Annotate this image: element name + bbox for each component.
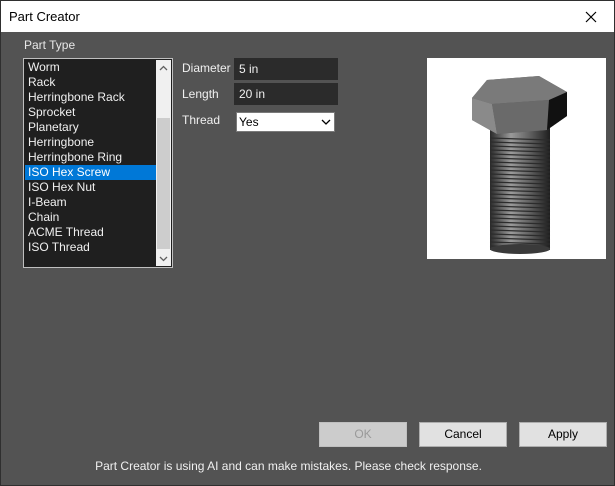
part-preview — [427, 58, 606, 259]
list-item[interactable]: I-Beam — [25, 195, 156, 210]
part-type-listbox[interactable]: Worm Rack Herringbone Rack Sprocket Planetar… — [23, 58, 173, 268]
scroll-down-button[interactable] — [156, 251, 171, 266]
window-title: Part Creator — [9, 9, 80, 24]
part-type-label: Part Type — [24, 38, 76, 52]
ai-disclaimer: Part Creator is using AI and can make mi… — [95, 459, 482, 473]
list-item[interactable]: Herringbone Ring — [25, 150, 156, 165]
thread-dropdown[interactable]: Yes — [236, 112, 335, 132]
list-item[interactable]: Chain — [25, 210, 156, 225]
list-item[interactable]: Rack — [25, 75, 156, 90]
hex-screw-preview-image — [472, 76, 567, 254]
list-item[interactable]: ACME Thread — [25, 225, 156, 240]
apply-button[interactable]: Apply — [519, 422, 607, 447]
ok-button[interactable]: OK — [319, 422, 407, 447]
cancel-button[interactable]: Cancel — [419, 422, 507, 447]
title-bar: Part Creator — [1, 1, 614, 32]
list-item[interactable]: Sprocket — [25, 105, 156, 120]
chevron-down-icon — [159, 256, 168, 261]
part-type-list: Worm Rack Herringbone Rack Sprocket Planetar… — [25, 60, 156, 255]
vertical-scrollbar[interactable] — [156, 60, 171, 266]
scroll-thumb[interactable] — [157, 118, 170, 249]
close-icon — [585, 11, 597, 22]
list-item[interactable]: Planetary — [25, 120, 156, 135]
list-item[interactable]: ISO Hex Screw — [25, 165, 156, 180]
part-creator-window: Part Creator Part Type Worm Rack Herringbo… — [0, 0, 615, 486]
diameter-field[interactable]: 5 in — [234, 58, 338, 80]
chevron-down-icon — [321, 119, 331, 125]
list-item[interactable]: ISO Hex Nut — [25, 180, 156, 195]
diameter-label: Diameter — [182, 61, 231, 75]
list-item[interactable]: ISO Thread — [25, 240, 156, 255]
list-item[interactable]: Worm — [25, 60, 156, 75]
thread-label: Thread — [182, 113, 221, 127]
close-button[interactable] — [568, 1, 614, 32]
thread-dropdown-value: Yes — [239, 115, 259, 129]
scroll-up-button[interactable] — [156, 60, 171, 75]
list-item[interactable]: Herringbone Rack — [25, 90, 156, 105]
chevron-up-icon — [159, 65, 168, 70]
list-item[interactable]: Herringbone — [25, 135, 156, 150]
dropdown-arrow[interactable] — [318, 113, 334, 131]
length-field[interactable]: 20 in — [234, 83, 338, 105]
length-label: Length — [182, 87, 219, 101]
